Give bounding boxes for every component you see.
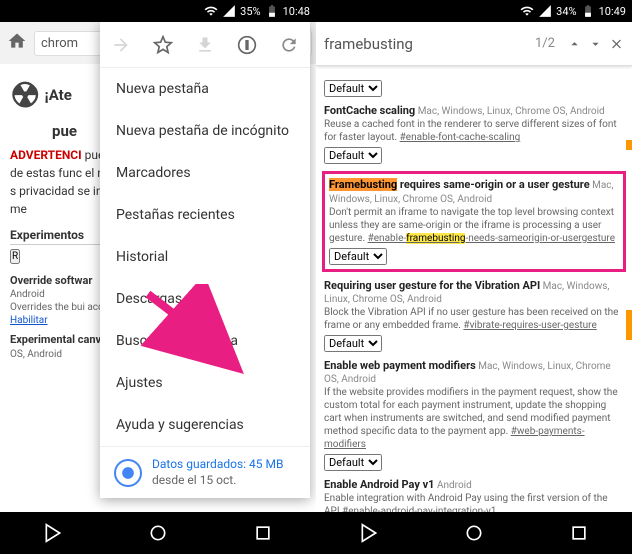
flag-title: Enable web payment modifiers <box>324 359 476 372</box>
flag-title: Enable Android Pay v1 <box>324 478 435 491</box>
recents-nav-icon[interactable] <box>569 523 589 543</box>
find-close-icon[interactable] <box>609 34 624 54</box>
wifi-icon <box>204 4 218 18</box>
flag-link[interactable]: #enable-font-cache-scaling <box>400 132 521 143</box>
battery-icon <box>581 4 595 18</box>
flag-title: requires same-origin or a user gesture <box>397 178 589 191</box>
flag1-plat: Android <box>10 289 45 300</box>
battery-pct-r: 34% <box>556 5 576 18</box>
flag-link[interactable]: #vibrate-requires-user-gesture <box>463 320 596 331</box>
battery-icon <box>265 4 279 18</box>
menu-new-tab[interactable]: Nueva pestaña <box>100 68 310 110</box>
flag-row: FontCache scaling Mac, Windows, Linux, C… <box>324 104 624 164</box>
data-saved-since: desde el 15 oct. <box>152 473 236 487</box>
home-nav-icon[interactable] <box>148 523 168 543</box>
data-saver-icon <box>114 459 142 487</box>
flag-row: Requiring user gesture for the Vibration… <box>324 279 624 352</box>
left-phone: 35% 10:48 chrom ☢¡Ate pue ADVERTENCI pue… <box>0 0 316 554</box>
recents-nav-icon[interactable] <box>253 523 273 543</box>
flags-list[interactable]: Default FontCache scaling Mac, Windows, … <box>316 66 632 512</box>
heading-1: ¡Ate <box>44 86 71 104</box>
find-in-page-bar: 1/2 <box>316 22 632 66</box>
flag-title: FontCache scaling <box>324 104 415 117</box>
right-phone: 34% 10:49 1/2 Default FontCache scaling … <box>316 0 632 554</box>
forward-icon <box>111 35 131 55</box>
find-input[interactable] <box>324 35 523 53</box>
back-nav-icon[interactable] <box>43 523 63 543</box>
menu-icon-row <box>100 22 310 68</box>
clock: 10:48 <box>283 5 310 18</box>
android-navbar <box>0 512 316 554</box>
home-button[interactable] <box>4 31 30 55</box>
menu-incognito[interactable]: Nueva pestaña de incógnito <box>100 110 310 152</box>
flag-row: Enable web payment modifiers Mac, Window… <box>324 359 624 471</box>
menu-settings[interactable]: Ajustes <box>100 362 310 404</box>
info-icon[interactable] <box>237 35 257 55</box>
flag-select[interactable]: Default <box>329 248 387 265</box>
overflow-menu: Nueva pestaña Nueva pestaña de incógnito… <box>100 22 310 498</box>
wifi-icon <box>520 4 534 18</box>
flag-link[interactable]: -needs-sameorigin-or-usergesture <box>465 233 615 244</box>
flag-platforms: Android <box>437 480 472 491</box>
flag-link-highlight[interactable]: framebusting <box>406 233 465 244</box>
flag1-link[interactable]: Habilitar <box>10 315 48 326</box>
status-bar: 35% 10:48 <box>0 0 316 22</box>
data-saved-amount: Datos guardados: 45 MB <box>152 457 283 471</box>
battery-pct: 35% <box>240 5 260 18</box>
flag-platforms: Mac, Windows, Linux, Chrome OS, Android <box>418 106 605 117</box>
status-bar-r: 34% 10:49 <box>316 0 632 22</box>
menu-help[interactable]: Ayuda y sugerencias <box>100 404 310 446</box>
menu-downloads[interactable]: Descargas <box>100 278 310 320</box>
menu-bookmarks[interactable]: Marcadores <box>100 152 310 194</box>
radiation-icon: ☢ <box>10 76 40 116</box>
clock-r: 10:49 <box>599 5 626 18</box>
warning-label: ADVERTENCI <box>10 148 82 162</box>
star-icon[interactable] <box>153 35 173 55</box>
menu-history[interactable]: Historial <box>100 236 310 278</box>
signal-icon <box>538 4 552 18</box>
find-prev-icon[interactable] <box>567 34 582 54</box>
flag-title: Requiring user gesture for the Vibration… <box>324 279 540 292</box>
scroll-thumb[interactable] <box>626 310 632 340</box>
menu-find-in-page[interactable]: Buscar en la página <box>100 320 310 362</box>
find-next-icon[interactable] <box>588 34 603 54</box>
find-count: 1/2 <box>535 36 555 51</box>
flag-row-highlighted: Framebusting requires same-origin or a u… <box>322 171 626 271</box>
download-icon <box>195 35 215 55</box>
menu-data-saver[interactable]: Datos guardados: 45 MB desde el 15 oct. <box>100 446 310 498</box>
back-nav-icon[interactable] <box>359 523 379 543</box>
android-navbar-r <box>316 512 632 554</box>
reset-button[interactable]: R <box>10 249 20 264</box>
scroll-marker <box>626 140 632 150</box>
flag-select[interactable]: Default <box>324 335 382 352</box>
signal-icon <box>222 4 236 18</box>
flag-row: Default <box>324 77 624 97</box>
refresh-icon[interactable] <box>279 35 299 55</box>
flag-select[interactable]: Default <box>324 80 382 97</box>
menu-recent-tabs[interactable]: Pestañas recientes <box>100 194 310 236</box>
flag-link[interactable]: #enable- <box>368 233 407 244</box>
home-nav-icon[interactable] <box>464 523 484 543</box>
flag-select[interactable]: Default <box>324 454 382 471</box>
flag-title-highlight: Framebusting <box>329 178 397 191</box>
flag1-title: Override softwar <box>10 274 92 287</box>
flag-row: Enable Android Pay v1 Android Enable int… <box>324 478 624 512</box>
flag-select[interactable]: Default <box>324 147 382 164</box>
